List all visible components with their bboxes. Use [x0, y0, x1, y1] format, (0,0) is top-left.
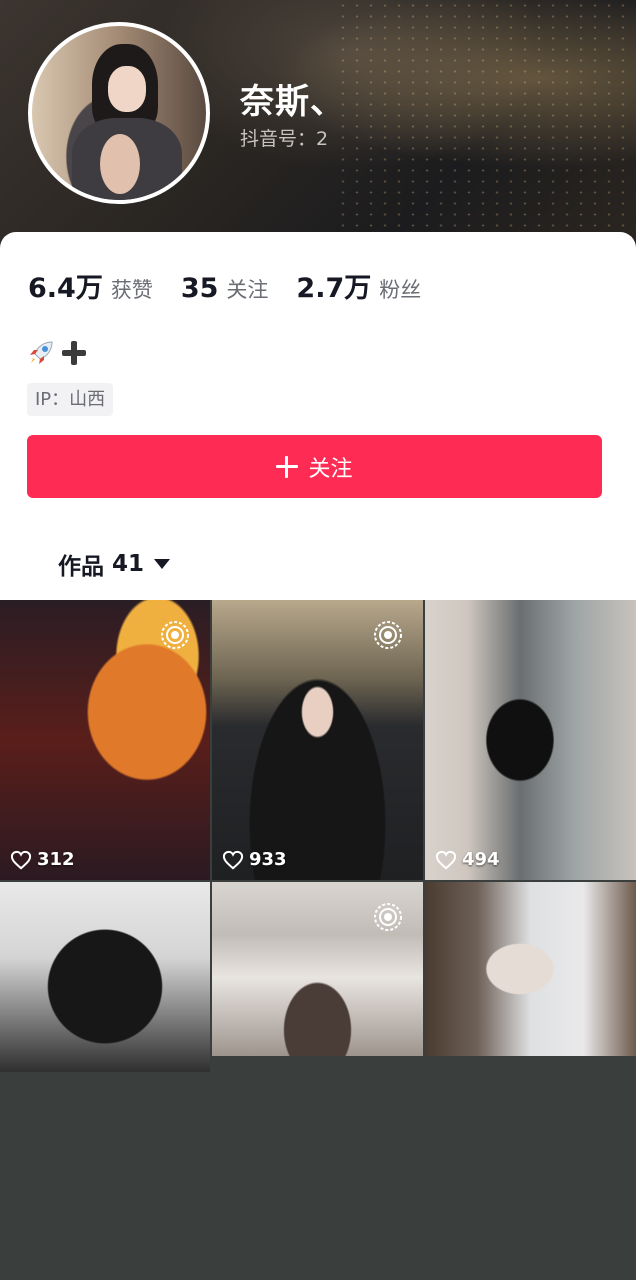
avatar-knee: [100, 134, 140, 194]
heart-icon: [222, 850, 244, 869]
nickname: 奈斯、: [240, 82, 345, 122]
tab-works[interactable]: 作品 41: [58, 547, 171, 581]
follow-button-label: 关注: [308, 456, 353, 482]
caret-down-icon[interactable]: [154, 559, 171, 569]
follow-plus-icon: [276, 455, 299, 478]
like-count: 933: [222, 849, 287, 870]
stat-following-value: 35: [180, 273, 219, 304]
stat-followers-label: 粉丝: [379, 278, 422, 302]
stat-following-label: 关注: [226, 278, 269, 302]
like-count-value: 933: [249, 849, 287, 870]
stat-followers[interactable]: 2.7万 粉丝: [296, 266, 421, 305]
like-count: 494: [435, 849, 500, 870]
profile-header-background: 奈斯、 抖音号：2: [0, 0, 636, 260]
plus-icon: [60, 339, 88, 367]
bio: [26, 338, 88, 368]
like-count-value: 494: [462, 849, 500, 870]
like-count: 312: [10, 849, 75, 870]
avatar-face: [108, 66, 146, 112]
stat-likes[interactable]: 6.4万 获赞: [28, 266, 153, 305]
heart-icon: [435, 850, 457, 869]
stat-likes-value: 6.4万: [28, 273, 103, 304]
rocket-icon: [26, 338, 56, 368]
live-photo-icon: [374, 903, 402, 931]
like-count-value: 312: [37, 849, 75, 870]
live-photo-icon: [374, 621, 402, 649]
video-tile[interactable]: 494: [425, 600, 636, 880]
live-photo-icon: [161, 621, 189, 649]
profile-stats: 6.4万 获赞 35 关注 2.7万 粉丝: [28, 266, 449, 305]
stat-followers-value: 2.7万: [296, 273, 372, 304]
video-tile[interactable]: [212, 882, 423, 1056]
video-tile[interactable]: 933: [212, 600, 423, 880]
profile-info-panel: 6.4万 获赞 35 关注 2.7万 粉丝 IP：山西 关注 作品 41: [0, 232, 636, 600]
avatar[interactable]: [28, 22, 210, 204]
stat-likes-label: 获赞: [110, 278, 153, 302]
tab-works-count: 41: [112, 551, 145, 577]
follow-button[interactable]: 关注: [27, 435, 602, 498]
video-tile[interactable]: [0, 882, 210, 1072]
stat-following[interactable]: 35 关注: [181, 273, 269, 304]
heart-icon: [10, 850, 32, 869]
video-tile[interactable]: [425, 882, 636, 1056]
ip-location-tag: IP：山西: [27, 383, 114, 416]
douyin-id[interactable]: 抖音号：2: [240, 124, 328, 151]
video-tile[interactable]: 312: [0, 600, 210, 880]
tab-works-label: 作品: [58, 554, 104, 580]
